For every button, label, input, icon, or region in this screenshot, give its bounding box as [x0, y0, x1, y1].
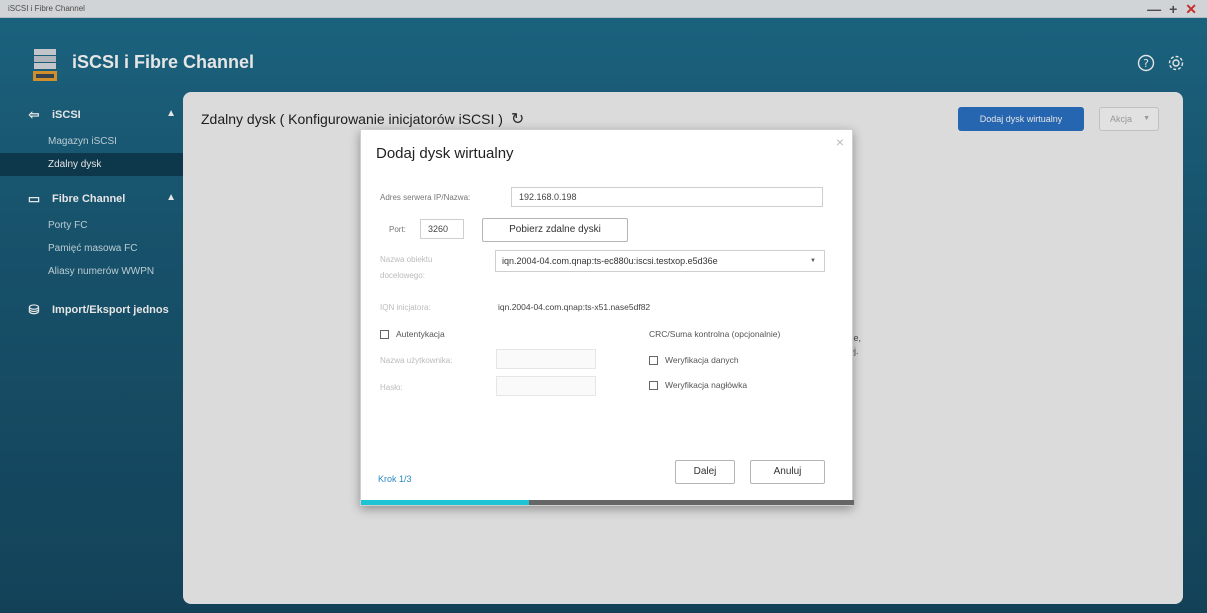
authentication-label: Autentykacja	[396, 329, 445, 339]
authentication-checkbox[interactable]: Autentykacja	[380, 329, 445, 339]
progress-bar-fill	[361, 500, 529, 505]
progress-bar	[361, 500, 854, 505]
header-verification-checkbox[interactable]: Weryfikacja nagłówka	[649, 380, 747, 390]
close-icon[interactable]: ×	[836, 134, 844, 150]
port-label: Port:	[389, 225, 406, 234]
next-button[interactable]: Dalej	[675, 460, 735, 484]
initiator-iqn-label: IQN inicjatora:	[380, 303, 431, 312]
crc-label: CRC/Suma kontrolna (opcjonalnie)	[649, 329, 781, 339]
target-name-value: iqn.2004-04.com.qnap:ts-ec880u:iscsi.tes…	[502, 256, 718, 266]
target-name-label-line1: Nazwa obiektu	[380, 255, 433, 264]
port-input[interactable]: 3260	[420, 219, 464, 239]
server-address-input[interactable]: 192.168.0.198	[511, 187, 823, 207]
target-name-label: Nazwa obiektu docelowego:	[380, 254, 432, 282]
initiator-iqn-value: iqn.2004-04.com.qnap:ts-x51.nase5df82	[498, 302, 651, 312]
checkbox-box	[649, 355, 658, 365]
header-verification-label: Weryfikacja nagłówka	[665, 380, 748, 390]
checkbox-box	[649, 380, 658, 390]
target-name-label-line2: docelowego:	[380, 271, 425, 280]
username-input[interactable]	[496, 349, 596, 369]
target-name-select[interactable]: iqn.2004-04.com.qnap:ts-ec880u:iscsi.tes…	[495, 250, 825, 272]
data-verification-checkbox[interactable]: Weryfikacja danych	[649, 355, 739, 365]
add-virtual-disk-dialog: × Dodaj dysk wirtualny Adres serwera IP/…	[360, 129, 854, 506]
checkbox-box	[380, 329, 389, 339]
fetch-remote-disks-button[interactable]: Pobierz zdalne dyski	[482, 218, 628, 242]
chevron-down-icon: ▼	[810, 258, 816, 264]
password-input[interactable]	[496, 376, 596, 396]
step-indicator: Krok 1/3	[378, 474, 412, 484]
cancel-button[interactable]: Anuluj	[750, 460, 825, 484]
data-verification-label: Weryfikacja danych	[665, 355, 739, 365]
password-label: Hasło:	[380, 383, 403, 392]
dialog-title: Dodaj dysk wirtualny	[376, 145, 514, 162]
server-address-label: Adres serwera IP/Nazwa:	[380, 193, 471, 202]
username-label: Nazwa użytkownika:	[380, 356, 453, 365]
